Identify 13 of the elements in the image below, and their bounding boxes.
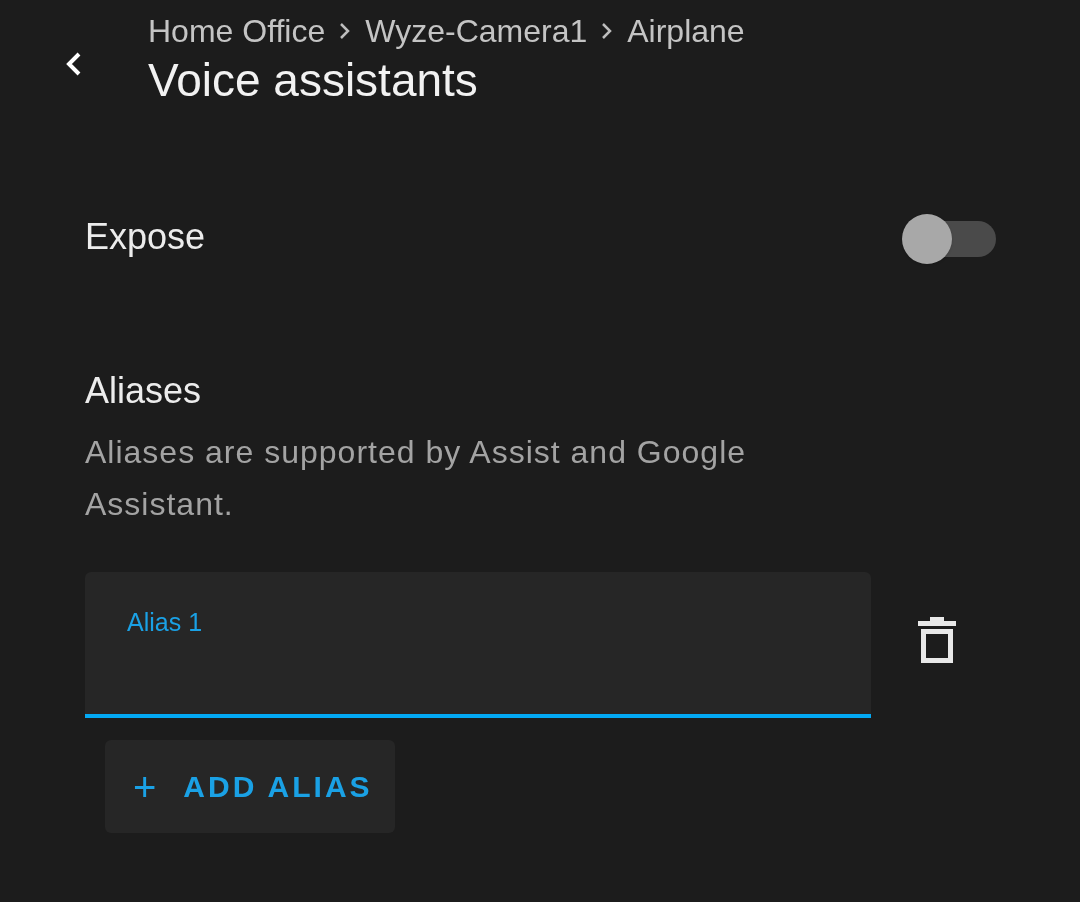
breadcrumb-link[interactable]: Wyze-Camera1	[365, 7, 588, 55]
chevron-icon	[339, 22, 352, 40]
breadcrumb-link[interactable]: Airplane	[627, 7, 745, 55]
alias-input-field[interactable]: Alias 1	[85, 572, 871, 718]
trash-icon	[918, 617, 956, 663]
add-alias-button[interactable]: + ADD ALIAS	[105, 740, 395, 833]
section-heading: Aliases	[85, 369, 203, 413]
breadcrumb-link[interactable]: Home Office	[148, 7, 326, 55]
section-description: Aliases are supported by Assist and Google Assistant.	[85, 433, 748, 524]
chevron-icon	[601, 22, 614, 40]
page-title: Voice assistants	[148, 53, 479, 108]
expose-label: Expose	[85, 215, 206, 259]
expose-switch[interactable]	[902, 212, 996, 262]
